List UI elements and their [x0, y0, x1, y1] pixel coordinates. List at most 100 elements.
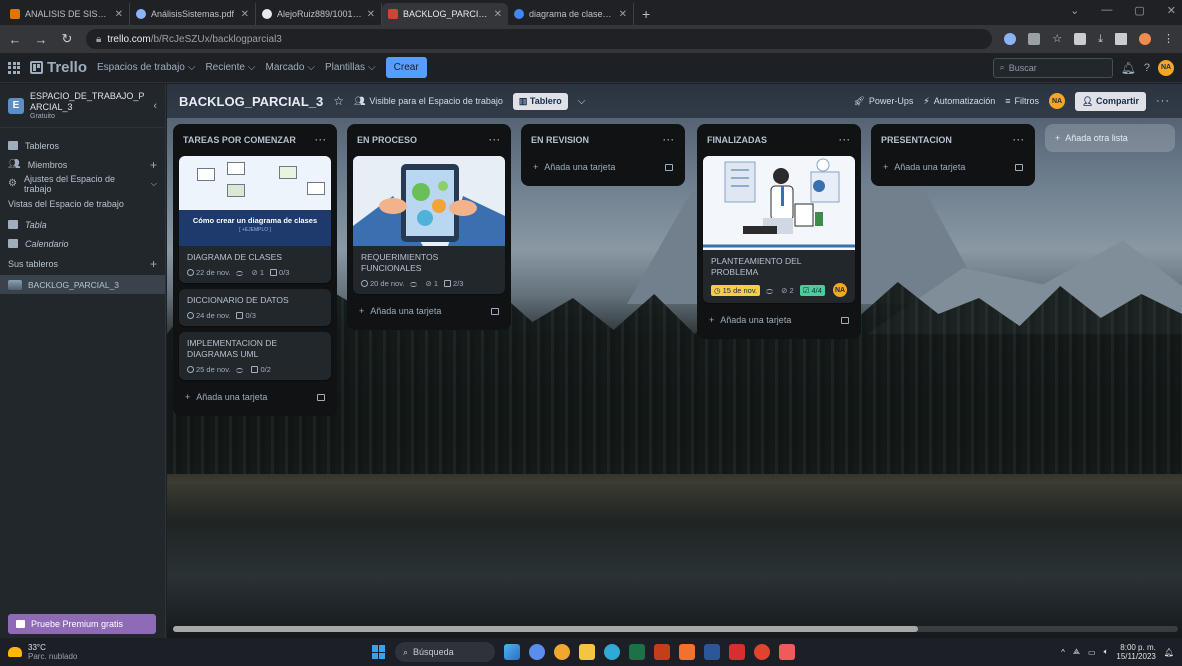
close-icon[interactable]: ✕ [494, 9, 502, 20]
excel-icon[interactable] [629, 644, 645, 660]
forward-icon[interactable]: → [34, 32, 48, 47]
board-view-button[interactable]: ▥ Tablero [512, 92, 568, 110]
display-icon[interactable]: ▭ [1088, 648, 1096, 657]
card-template-icon[interactable] [841, 316, 849, 324]
list-header[interactable]: PRESENTACION ··· [877, 130, 1029, 150]
list-header[interactable]: EN REVISION ··· [527, 130, 679, 150]
due-date-badge[interactable]: ◷ 15 de nov. [711, 284, 761, 296]
download-icon[interactable]: ⤓ [1098, 33, 1103, 45]
collapse-sidebar-icon[interactable]: ‹ [153, 100, 157, 112]
notifications-icon[interactable]: 🔔︎ [1121, 61, 1136, 75]
share-button[interactable]: 👤︎ Compartir [1075, 91, 1146, 111]
browser-tab[interactable]: diagrama de clases - Búsqueda ✕ [508, 3, 634, 25]
add-card-button[interactable]: + Añada una tarjeta [353, 300, 505, 322]
chevron-down-icon[interactable]: ⌵ [578, 96, 586, 107]
close-window-icon[interactable]: ✕ [1167, 4, 1176, 17]
menu-workspaces[interactable]: Espacios de trabajo ⌵ [97, 62, 195, 73]
close-icon[interactable]: ✕ [619, 9, 627, 20]
board-member-avatar[interactable]: NA [1049, 93, 1066, 109]
add-card-button[interactable]: + Añada una tarjeta [877, 156, 1029, 178]
card-template-icon[interactable] [491, 307, 499, 315]
board-title[interactable]: BACKLOG_PARCIAL_3 [179, 94, 323, 109]
sidebar-board-item[interactable]: BACKLOG_PARCIAL_3 [0, 275, 165, 294]
taskbar-search[interactable]: ⌕ Búsqueda [395, 642, 495, 662]
add-card-button[interactable]: + Añada una tarjeta [527, 156, 679, 178]
list-menu-icon[interactable]: ··· [663, 135, 675, 145]
app-switcher-icon[interactable] [8, 61, 20, 74]
chrome-icon[interactable] [554, 644, 570, 660]
sidebar-item-settings[interactable]: ⚙︎ Ajustes del Espacio de trabajo ⌵ [0, 174, 165, 194]
browser-tab[interactable]: AnálisisSistemas.pdf ✕ [130, 3, 256, 25]
close-icon[interactable]: ✕ [367, 9, 375, 20]
help-icon[interactable]: ? [1144, 62, 1150, 74]
powerpoint-icon[interactable] [654, 644, 670, 660]
add-card-button[interactable]: + Añada una tarjeta [703, 309, 855, 331]
menu-templates[interactable]: Plantillas ⌵ [325, 62, 376, 73]
visibility-button[interactable]: 👥︎ Visible para el Espacio de trabajo [354, 96, 503, 107]
menu-starred[interactable]: Marcado ⌵ [266, 62, 316, 73]
trello-logo[interactable]: Trello [30, 59, 87, 76]
share-icon[interactable] [1028, 33, 1041, 45]
widgets-icon[interactable] [504, 644, 520, 660]
close-icon[interactable]: ✕ [115, 9, 123, 20]
menu-recent[interactable]: Reciente ⌵ [205, 62, 255, 73]
sidebar-item-calendar[interactable]: Calendario [0, 234, 165, 253]
chrome-alt-icon[interactable] [754, 644, 770, 660]
edge-icon[interactable] [604, 644, 620, 660]
minimize-icon[interactable]: — [1101, 4, 1112, 17]
maximize-icon[interactable]: ▢ [1134, 4, 1144, 17]
extensions-puzzle-icon[interactable] [1074, 33, 1087, 45]
list-header[interactable]: TAREAS POR COMENZAR ··· [179, 130, 331, 150]
tab-search-icon[interactable]: ⌄ [1070, 4, 1079, 17]
card-template-icon[interactable] [1015, 163, 1023, 171]
card-requerimientos-funcionales[interactable]: REQUERIMIENTOS FUNCIONALES 20 de nov. ⊘ … [353, 156, 505, 294]
profile-avatar[interactable] [1139, 33, 1151, 45]
sidebar-item-members[interactable]: 👥︎ Miembros + [0, 155, 165, 174]
menu-dots-icon[interactable]: ⋮ [1163, 33, 1174, 45]
bookmark-star-icon[interactable]: ☆ [1052, 33, 1062, 45]
card-template-icon[interactable] [317, 393, 325, 401]
reload-icon[interactable]: ↻ [60, 31, 74, 47]
browser-tab[interactable]: ANALISIS DE SISTEMAS [G1]-82 ✕ [4, 3, 130, 25]
card-template-icon[interactable] [665, 163, 673, 171]
weather-widget[interactable]: 33°C Parc. nublado [8, 643, 77, 661]
file-explorer-icon[interactable] [579, 644, 595, 660]
list-header[interactable]: FINALIZADAS ··· [703, 130, 855, 150]
volume-icon[interactable]: 🔈︎ [1104, 647, 1109, 657]
create-button[interactable]: Crear [385, 57, 427, 78]
avatar[interactable]: NA [1158, 59, 1174, 76]
vscode-icon[interactable] [779, 644, 795, 660]
scrollbar-thumb[interactable] [173, 626, 918, 632]
card-member-avatar[interactable]: NA [833, 283, 847, 297]
list-menu-icon[interactable]: ··· [1013, 135, 1025, 145]
search-input[interactable]: ⌕ Buscar [992, 57, 1113, 78]
automation-button[interactable]: ⚡︎ Automatización [923, 96, 995, 107]
store-icon[interactable] [679, 644, 695, 660]
premium-trial-button[interactable]: Pruebe Premium gratis [8, 614, 156, 634]
powerups-button[interactable]: 🚀︎ Power-Ups [853, 96, 913, 107]
google-lens-icon[interactable] [1004, 33, 1017, 45]
filters-button[interactable]: ≡ Filtros [1005, 96, 1039, 106]
add-list-button[interactable]: + Añada otra lista [1045, 124, 1175, 152]
address-bar[interactable]: 🔒︎ trello.com/b/RcJeSZUx/backlogparcial3 [86, 29, 993, 49]
copilot-icon[interactable] [529, 644, 545, 660]
back-icon[interactable]: ← [8, 32, 22, 47]
network-icon[interactable]: ⟁ [1073, 647, 1080, 657]
add-board-icon[interactable]: + [150, 257, 157, 271]
list-menu-icon[interactable]: ··· [315, 135, 327, 145]
browser-tab-active[interactable]: BACKLOG_PARCIAL_3 | Trello ✕ [382, 3, 508, 25]
word-icon[interactable] [704, 644, 720, 660]
windows-start-icon[interactable] [372, 645, 386, 659]
card-planteamiento-del-problema[interactable]: PLANTEAMIENTO DEL PROBLEMA ◷ 15 de nov. … [703, 156, 855, 303]
star-icon[interactable]: ☆ [333, 94, 344, 108]
side-panel-icon[interactable] [1115, 33, 1127, 45]
notification-bell-icon[interactable]: 🔔︎ [1164, 648, 1174, 657]
list-header[interactable]: EN PROCESO ··· [353, 130, 505, 150]
chevron-up-icon[interactable]: ^ [1061, 648, 1065, 657]
browser-tab[interactable]: AlejoRuiz889/1001349158_parc ✕ [256, 3, 382, 25]
acrobat-icon[interactable] [729, 644, 745, 660]
list-menu-icon[interactable]: ··· [489, 135, 501, 145]
new-tab-button[interactable]: + [634, 3, 658, 25]
add-member-icon[interactable]: + [150, 158, 157, 172]
card-diagrama-de-clases[interactable]: Cómo crear un diagrama de clases [ +EJEM… [179, 156, 331, 283]
